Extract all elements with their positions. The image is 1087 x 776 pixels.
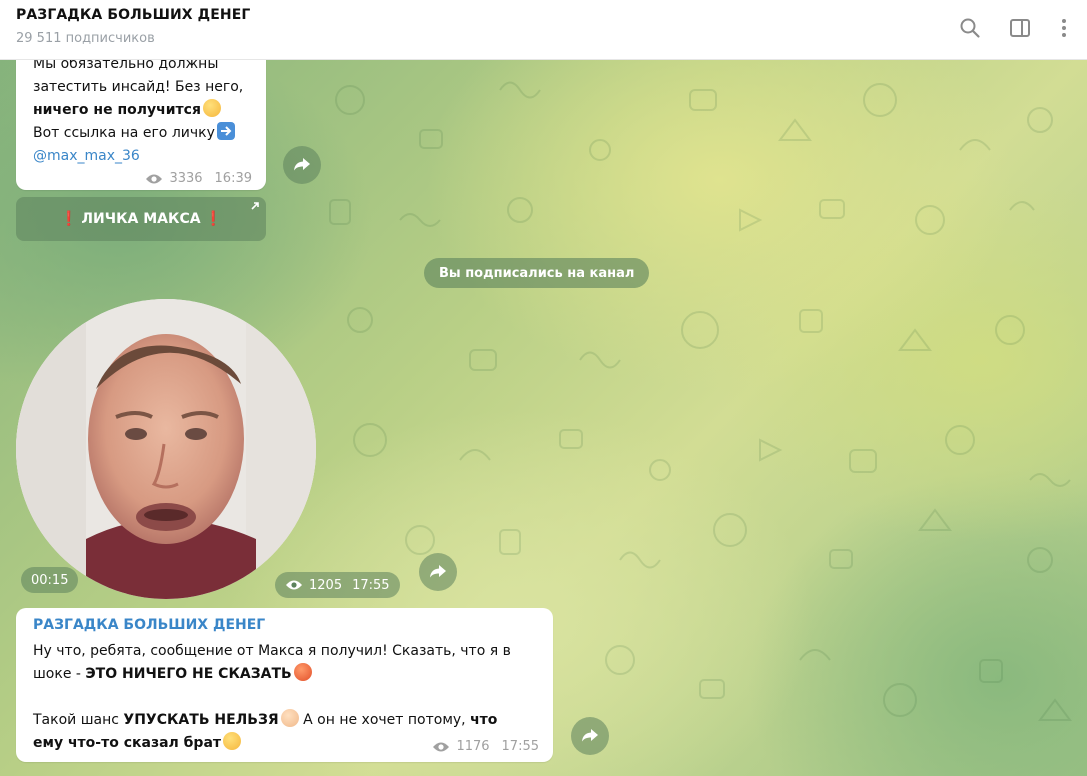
chat-area: Мы обязательно должны затестить инсайд! …: [0, 60, 1087, 776]
bold-text: что: [470, 712, 498, 728]
views-count: 1205: [309, 577, 343, 593]
angry-emoji-icon: [293, 663, 312, 681]
share-button[interactable]: [283, 146, 321, 184]
message-author[interactable]: РАЗГАДКА БОЛЬШИХ ДЕНЕГ: [33, 617, 265, 633]
share-button[interactable]: [571, 717, 609, 755]
message-time: 17:55: [352, 577, 390, 593]
subscriber-count: 29 511 подписчиков: [16, 31, 155, 46]
message-meta: 1176 17:55: [432, 739, 539, 754]
message-line: Вот ссылка на его личку: [33, 122, 243, 145]
views-icon: [433, 742, 450, 751]
message-time: 17:55: [501, 739, 539, 754]
message-time: 16:39: [214, 171, 252, 186]
bold-text: УПУСКАТЬ НЕЛЬЗЯ: [123, 712, 279, 728]
inline-button-label: ЛИЧКА МАКСА: [81, 211, 201, 227]
video-duration-badge: 00:15: [21, 567, 79, 593]
arrow-right-emoji-icon: [216, 122, 235, 140]
more-icon[interactable]: [1050, 14, 1078, 42]
video-thumbnail: [16, 299, 316, 599]
external-link-icon: [251, 202, 259, 210]
views-count: 1176: [456, 739, 490, 754]
share-arrow-icon: [294, 158, 310, 171]
message-line: затестить инсайд! Без него,: [33, 79, 244, 95]
share-button[interactable]: [419, 553, 457, 591]
username-link[interactable]: @max_max_36: [33, 145, 243, 168]
message-line: Такой шанс УПУСКАТЬ НЕЛЬЗЯ А он не хочет…: [33, 709, 543, 732]
message-fragment: шоке -: [33, 666, 86, 682]
message-line: шоке - ЭТО НИЧЕГО НЕ СКАЗАТЬ: [33, 663, 543, 686]
views-count: 3336: [169, 171, 203, 186]
video-meta: 1205 17:55: [275, 572, 400, 598]
message-fragment: А он не хочет потому,: [298, 712, 471, 728]
video-duration: 00:15: [31, 572, 69, 588]
share-arrow-icon: [582, 729, 598, 742]
search-icon[interactable]: [956, 14, 984, 42]
share-arrow-icon: [430, 565, 446, 578]
chat-header: РАЗГАДКА БОЛЬШИХ ДЕНЕГ 29 511 подписчико…: [0, 0, 1087, 60]
sidebar-icon[interactable]: [1006, 14, 1034, 42]
victory-hand-emoji-icon: [280, 709, 299, 727]
exclamation-icon: ❗: [204, 211, 222, 227]
views-icon: [146, 174, 163, 183]
service-message: Вы подписались на канал: [424, 258, 650, 288]
message-meta: 3336 16:39: [145, 171, 252, 186]
channel-title[interactable]: РАЗГАДКА БОЛЬШИХ ДЕНЕГ: [16, 7, 250, 23]
thinking-emoji-icon: [223, 732, 242, 750]
message-fragment: Такой шанс: [33, 712, 124, 728]
scream-emoji-icon: [202, 99, 221, 117]
message-bubble-insider: Мы обязательно должны затестить инсайд! …: [16, 60, 266, 190]
message-bubble-last: РАЗГАДКА БОЛЬШИХ ДЕНЕГ Ну что, ребята, с…: [16, 608, 553, 762]
message-line: Ну что, ребята, сообщение от Макса я пол…: [33, 643, 511, 659]
link-intro: Вот ссылка на его личку: [33, 125, 215, 141]
views-icon: [286, 580, 302, 590]
bold-text: ничего не получится: [33, 102, 201, 118]
bold-text: ему что-то сказал брат: [33, 735, 222, 751]
message-line: Мы обязательно должны: [33, 60, 219, 72]
bold-text: ЭТО НИЧЕГО НЕ СКАЗАТЬ: [85, 666, 292, 682]
exclamation-icon: ❗: [59, 211, 78, 227]
inline-button-max[interactable]: ❗ ЛИЧКА МАКСА ❗: [16, 197, 266, 241]
video-message[interactable]: [16, 299, 316, 599]
message-line: ничего не получится: [33, 99, 243, 122]
